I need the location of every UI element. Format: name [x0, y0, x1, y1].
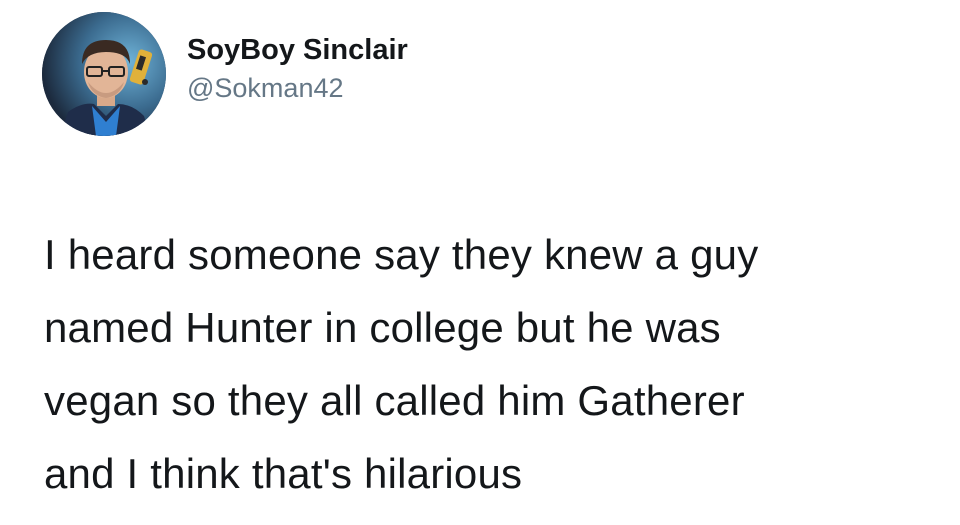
- tweet-text-line: vegan so they all called him Gatherer: [44, 377, 745, 424]
- profile-photo-icon: [42, 12, 166, 136]
- display-name[interactable]: SoyBoy Sinclair: [187, 33, 408, 67]
- tweet-text: I heard someone say they knew a guy name…: [44, 218, 944, 510]
- avatar[interactable]: [42, 12, 166, 136]
- tweet-text-line: named Hunter in college but he was: [44, 304, 721, 351]
- tweet-text-line: I heard someone say they knew a guy: [44, 231, 759, 278]
- tweet-card: SoyBoy Sinclair @Sokman42 I heard someon…: [0, 0, 960, 525]
- tweet-text-line: and I think that's hilarious: [44, 450, 523, 497]
- author-block: SoyBoy Sinclair @Sokman42: [187, 33, 408, 105]
- user-handle[interactable]: @Sokman42: [187, 71, 408, 105]
